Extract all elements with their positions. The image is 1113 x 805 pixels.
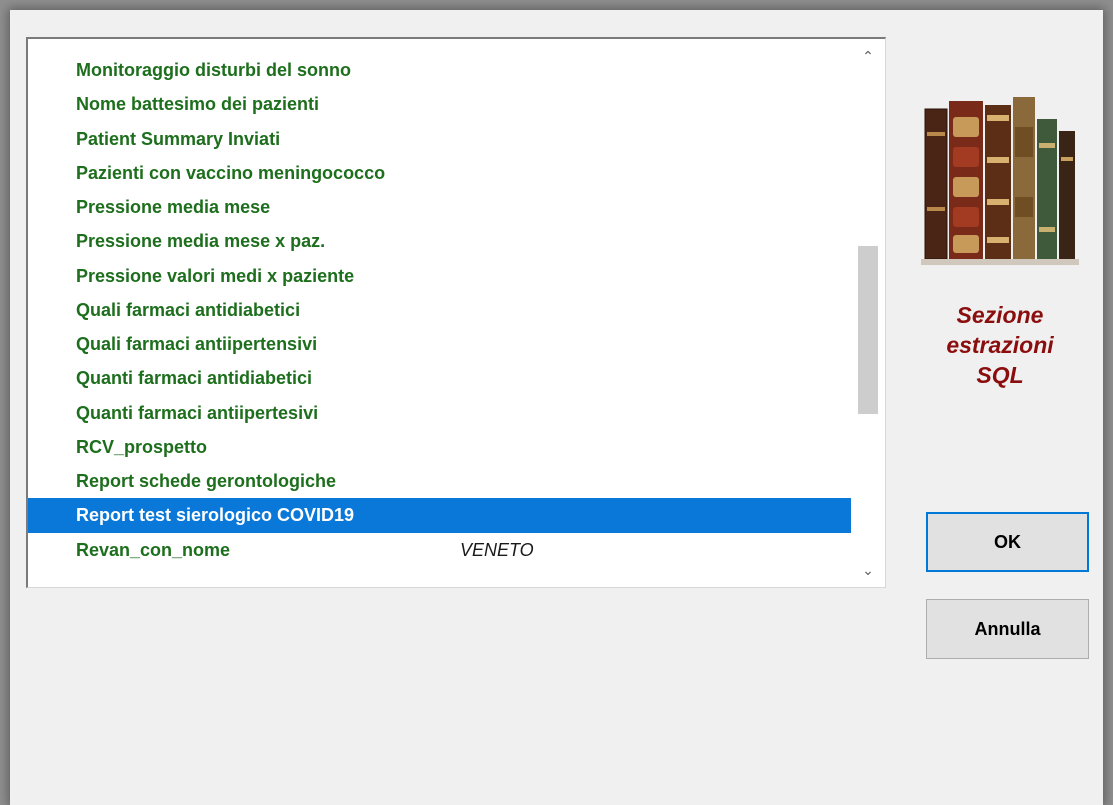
ok-button[interactable]: OK	[926, 512, 1089, 572]
list-item-region: VENETO	[460, 539, 534, 560]
query-listbox[interactable]: Monitoraggio disturbi del sonno Nome batt…	[26, 37, 886, 588]
list-item-label: Pressione media mese	[76, 197, 271, 217]
list-item-label: Report test sierologico COVID19	[76, 505, 355, 526]
list-item[interactable]: RCV_prospetto	[28, 430, 851, 464]
query-list-items: Monitoraggio disturbi del sonno Nome batt…	[28, 53, 851, 567]
list-item-label: Pressione media mese x paz.	[76, 231, 326, 252]
list-item-label: Quali farmaci antidiabetici	[76, 299, 301, 320]
list-item[interactable]: Pressione media mese	[28, 190, 851, 224]
list-item-label: Pazienti con vaccino meningococco	[76, 162, 386, 183]
scroll-up-icon[interactable]: ⌃	[851, 39, 885, 73]
list-item[interactable]: Quanti farmaci antidiabetici	[28, 361, 851, 395]
section-title-line2: estrazioni	[946, 332, 1054, 358]
list-item-label: Monitoraggio disturbi del sonno	[76, 60, 351, 80]
list-item[interactable]: Quali farmaci antidiabetici	[28, 293, 851, 327]
list-item-label: Quanti farmaci antiipertesivi	[76, 402, 319, 423]
scroll-thumb[interactable]	[858, 245, 878, 414]
list-item[interactable]: Pazienti con vaccino meningococco	[28, 156, 851, 190]
list-item-label: RCV_prospetto	[76, 436, 208, 457]
list-item[interactable]: Pressione valori medi x paziente	[28, 259, 851, 293]
scroll-track[interactable]	[851, 73, 885, 553]
list-item[interactable]: Quali farmaci antiipertensivi	[28, 327, 851, 361]
list-item-label: Pressione valori medi x paziente	[76, 265, 355, 286]
list-item[interactable]: Quanti farmaci antiipertesivi	[28, 396, 851, 430]
list-item[interactable]: Nome battesimo dei pazienti	[28, 87, 851, 121]
list-item[interactable]: Report test sierologico COVID19	[28, 498, 851, 533]
list-item[interactable]: Pressione media mese x paz.	[28, 224, 851, 258]
cancel-button[interactable]: Annulla	[926, 599, 1089, 659]
section-title-line1: Sezione	[956, 302, 1044, 328]
list-item-label: Quanti farmaci antidiabetici	[76, 368, 313, 389]
list-item-label: Revan_con_nome	[76, 539, 231, 560]
list-item-label: Quali farmaci antiipertensivi	[76, 334, 318, 354]
list-item[interactable]: Patient Summary Inviati	[28, 122, 851, 156]
list-item-label: Report schede gerontologiche	[76, 471, 337, 491]
vertical-scrollbar[interactable]: ⌃ ⌄	[851, 39, 885, 587]
section-title-line3: SQL	[976, 362, 1024, 388]
list-item-label: Nome battesimo dei pazienti	[76, 94, 320, 115]
books-icon	[921, 87, 1079, 265]
sql-extraction-dialog: Monitoraggio disturbi del sonno Nome batt…	[10, 10, 1103, 805]
list-item-label: Patient Summary Inviati	[76, 128, 281, 149]
section-title: Sezione estrazioni SQL	[910, 300, 1090, 390]
list-item[interactable]: Report schede gerontologiche	[28, 464, 851, 498]
scroll-down-icon[interactable]: ⌄	[851, 553, 885, 587]
list-item[interactable]: Revan_con_nome VENETO	[28, 533, 851, 567]
list-item[interactable]: Monitoraggio disturbi del sonno	[28, 53, 851, 87]
